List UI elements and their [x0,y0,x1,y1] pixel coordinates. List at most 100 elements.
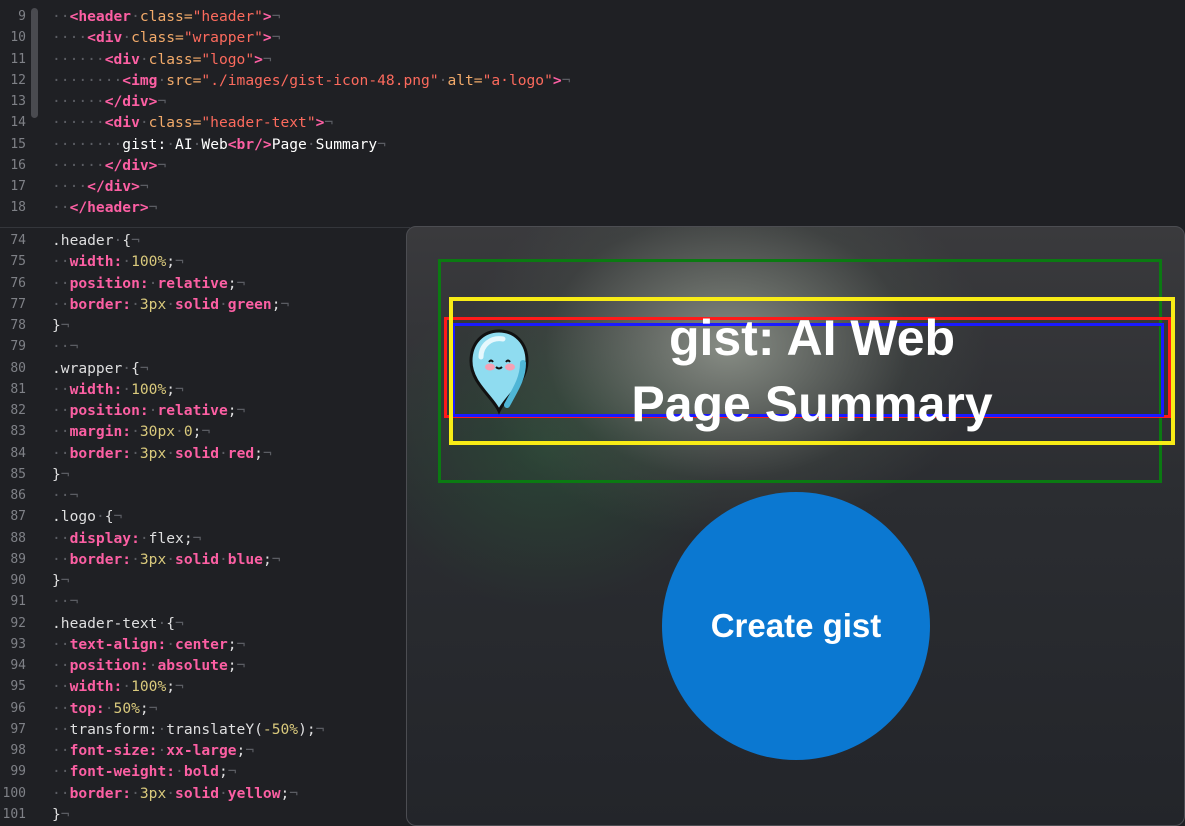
code-token: <div [104,114,140,132]
code-line[interactable]: 11 ······<div·class="logo">¬ [0,49,1185,70]
code-token: ·· [52,444,70,462]
line-number: 82 [10,403,26,418]
code-text: ··position:·absolute;¬ [52,655,245,676]
code-token: ······ [52,156,105,174]
code-text: ······</div>¬ [52,155,166,176]
code-token: ¬ [236,274,246,292]
code-token: ); [298,720,316,738]
code-token: ¬ [315,720,325,738]
code-token: ¬ [148,699,158,717]
code-text: ········<img·src="./images/gist-icon-48.… [52,70,570,91]
code-token: 100% [131,678,167,696]
code-token: border: [69,295,132,313]
line-number: 95 [10,679,26,695]
code-token: ; [262,550,272,568]
code-token: ¬ [271,550,281,568]
code-token: ·· [52,199,70,217]
code-text: ··font-weight:·bold;¬ [52,761,237,782]
code-token: ¬ [280,295,290,313]
line-number: 18 [10,200,26,216]
code-token: ·· [52,402,70,419]
code-token: ·· [52,678,70,696]
code-text: ··position:·relative;¬ [52,400,245,421]
code-token: border: [69,444,132,462]
code-token: width: [69,678,123,696]
code-token: ; [271,295,281,313]
line-number: 9 [18,9,26,24]
code-token: · [218,444,228,462]
code-token: · [122,253,132,271]
code-token: "./images/gist-icon-48.png" [201,71,439,89]
create-gist-button[interactable]: Create gist [662,492,930,760]
code-token: ; [218,763,228,781]
code-token: · [139,529,149,547]
browser-preview-window: gist: AI Web Page Summary Create gist [406,226,1185,826]
code-token: ········ [52,135,123,153]
code-token: ; [227,274,237,292]
code-token: > [262,29,272,47]
code-token: ; [280,784,290,802]
code-token: · [166,295,176,313]
code-line[interactable]: 15 ········gist:·AI·Web<br/>Page·Summary¬ [0,134,1185,155]
code-token: ······ [52,93,105,110]
code-token: · [157,614,167,632]
code-line[interactable]: 14 ······<div·class="header-text">¬ [0,112,1185,133]
code-token: solid [175,784,219,802]
code-token: src= [166,71,202,89]
code-token: · [122,678,132,696]
line-number: 80 [10,360,26,376]
code-line[interactable]: 18 ··</header>¬ [0,197,1185,218]
code-line[interactable]: 13 ······</div>¬ [0,91,1185,112]
code-token: "wrapper" [183,29,263,47]
code-line[interactable]: 9 ··<header·class="header">¬ [0,6,1185,27]
code-text: ··border:·3px·solid·red;¬ [52,443,272,464]
code-token: ·· [52,423,70,441]
code-token: translateY( [166,720,263,738]
code-token: ·· [52,8,70,25]
line-number: 14 [10,115,26,131]
code-token: 3px [139,784,167,802]
code-token: ¬ [561,71,571,89]
code-token: ·· [52,529,70,547]
code-line[interactable]: 12 ········<img·src="./images/gist-icon-4… [0,70,1185,91]
line-number: 101 [2,806,26,822]
code-token: ; [227,635,237,653]
code-text: ······</div>¬ [52,91,166,112]
code-token: ¬ [175,253,184,271]
code-token: "logo" [201,50,255,68]
line-number: 97 [10,721,26,737]
code-token: ·· [52,380,70,398]
code-token: ¬ [60,465,70,483]
code-token: "header" [192,8,263,25]
code-token: relative [157,402,228,419]
code-token: ¬ [131,232,140,249]
code-text: ··display:·flex;¬ [52,528,201,549]
code-line[interactable]: 17 ····</div>¬ [0,176,1185,197]
code-token: ¬ [60,317,70,334]
code-token: </div> [87,178,140,195]
code-token: absolute [157,657,228,674]
code-token: ·· [52,295,70,313]
code-token: ········ [52,71,123,89]
code-token: <header [69,8,132,25]
line-number: 17 [10,179,26,194]
code-token: <img [122,71,158,89]
code-token: .logo [52,508,96,526]
code-token: · [166,635,176,653]
line-number: 84 [10,445,26,461]
code-token: ······ [52,50,105,68]
code-token: ; [254,444,263,462]
code-token: · [306,135,316,153]
code-token: width: [69,253,123,271]
code-token: · [131,295,140,313]
code-token: ·· [52,763,70,781]
code-token: relative [157,274,228,292]
code-token: ·· [52,635,70,653]
line-number: 100 [2,785,26,801]
code-token: gist: [122,135,167,153]
code-token: ··¬ [52,338,79,356]
code-text: .wrapper·{¬ [52,358,149,379]
code-line[interactable]: 16 ······</div>¬ [0,155,1185,176]
line-number: 88 [10,530,26,546]
code-line[interactable]: 10 ····<div·class="wrapper">¬ [0,27,1185,48]
